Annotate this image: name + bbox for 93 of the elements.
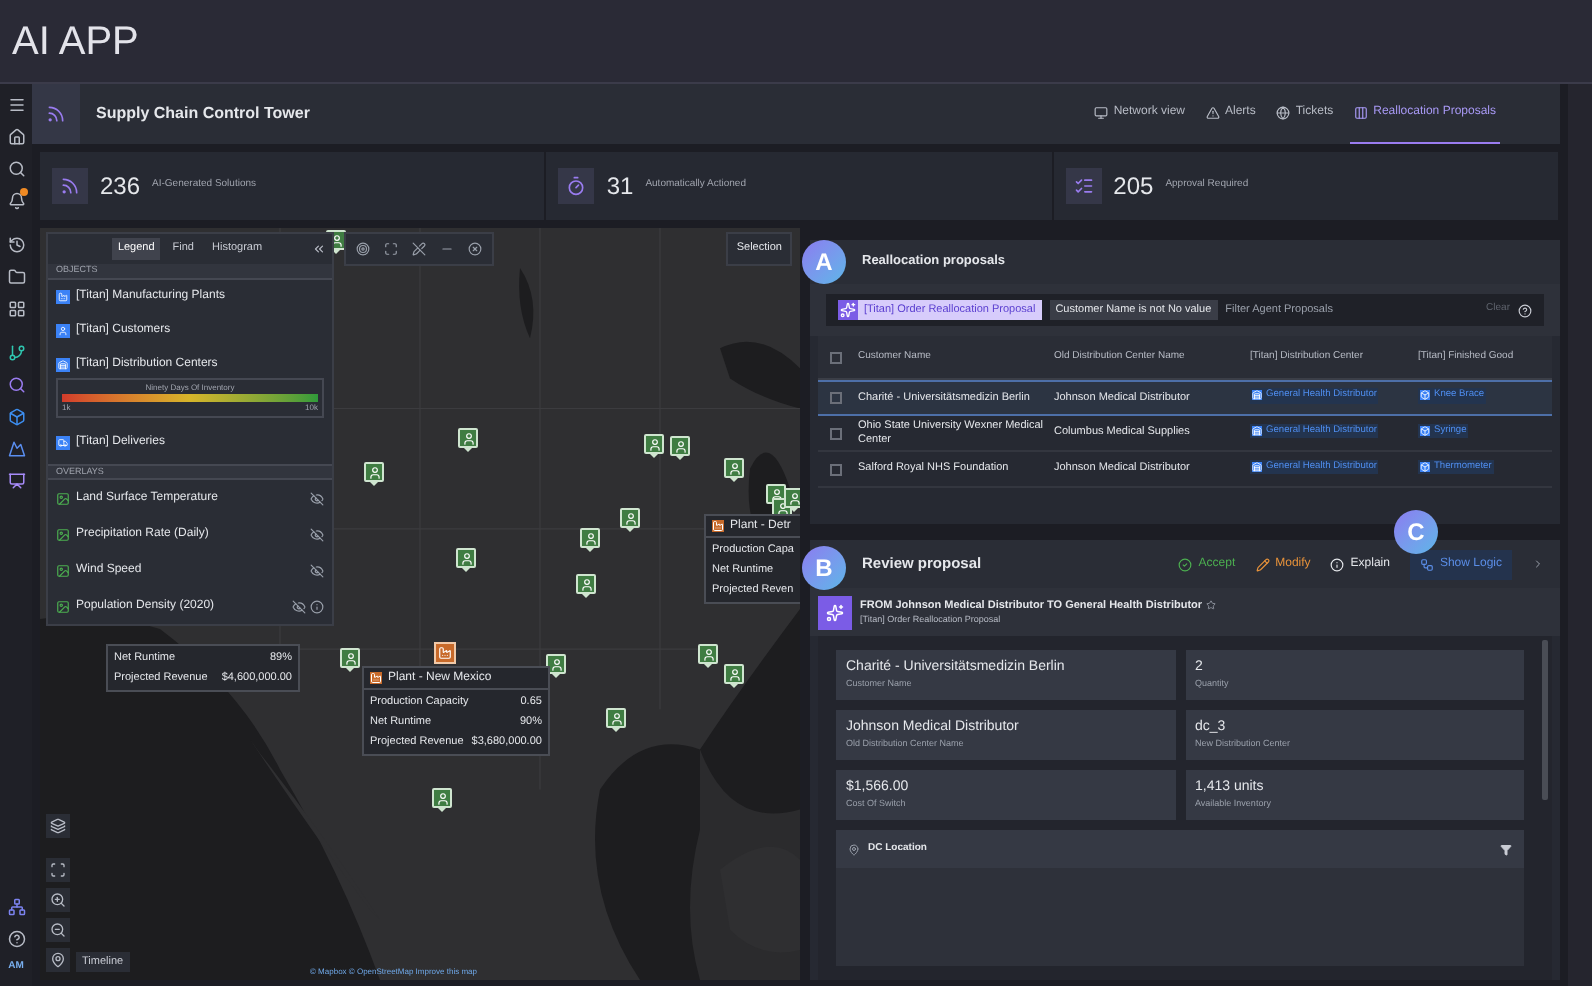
page-title: Supply Chain Control Tower [96,102,310,126]
location-pin-icon[interactable] [670,436,690,460]
checklist-icon [1073,176,1094,196]
cube-icon [1420,425,1430,436]
location-pin-icon[interactable] [546,654,566,678]
antenna-icon [46,104,66,124]
menu-icon[interactable] [7,95,25,113]
stat-value: 31 [606,170,634,204]
person-icon [56,324,70,338]
cube-icon [1420,390,1430,401]
location-pin-icon[interactable] [458,428,478,452]
cube-icon[interactable] [7,407,25,425]
target-icon[interactable] [356,242,370,256]
warehouse-icon [1252,425,1262,436]
location-pin-icon[interactable] [644,434,664,458]
warning-icon [1205,106,1219,120]
row-checkbox[interactable] [830,427,842,439]
chevron-right-icon[interactable] [1532,558,1544,570]
sparkles-icon [838,300,858,320]
image-icon [56,491,70,505]
stat-value: 205 [1113,170,1154,204]
location-pin-icon [848,843,860,855]
star-icon[interactable] [1206,600,1217,611]
image-icon [56,527,70,541]
columns-icon [1353,106,1368,120]
location-pin-icon[interactable] [784,488,800,512]
pen-off-icon[interactable] [412,242,426,256]
search-icon[interactable] [7,375,25,393]
filter-icon[interactable] [1500,843,1512,855]
bell-icon[interactable] [7,191,25,209]
globe-icon [1275,106,1290,120]
monitor-icon [1093,106,1108,120]
location-pin-icon[interactable] [698,644,718,668]
timer-icon [566,176,587,196]
warehouse-icon [56,358,70,372]
location-pin-icon[interactable] [606,708,626,732]
image-icon [56,599,70,613]
stat-value: 236 [100,170,141,204]
info-icon [1330,557,1345,571]
rss-icon [60,176,80,196]
scrollbar[interactable] [1542,640,1548,800]
zoom-in-button[interactable] [46,888,70,912]
fit-button[interactable] [46,858,70,882]
warehouse-icon [1252,461,1262,472]
row-checkbox[interactable] [830,463,842,475]
location-pin-icon[interactable] [724,458,744,482]
workflow-icon [1419,557,1434,571]
layers-button[interactable] [46,814,70,838]
location-pin-icon[interactable] [576,574,596,598]
eye-off-icon[interactable] [310,491,324,505]
location-pin-icon[interactable] [456,548,476,572]
location-pin-icon[interactable] [364,462,384,486]
eye-off-icon[interactable] [310,527,324,541]
warehouse-icon [1252,390,1262,401]
plant-marker[interactable] [434,642,456,664]
truck-icon [56,436,70,450]
app-title: AI APP [12,17,139,67]
location-pin-icon[interactable] [580,528,600,552]
sparkles-icon [826,603,844,621]
branch-icon[interactable] [7,343,25,361]
info-icon[interactable] [310,599,324,613]
folder-icon[interactable] [7,267,25,285]
location-pin-icon[interactable] [724,664,744,688]
clear-icon[interactable] [468,242,482,256]
pin-button[interactable] [46,948,70,972]
home-icon[interactable] [7,127,25,145]
eye-off-icon[interactable] [292,599,306,613]
help-icon[interactable] [1518,303,1532,317]
location-pin-icon[interactable] [620,508,640,532]
history-icon[interactable] [7,235,25,253]
annotation-badge: B [802,546,846,590]
row-checkbox[interactable] [830,392,842,404]
search-icon[interactable] [7,159,25,177]
factory-icon [712,520,725,532]
mountain-icon[interactable] [7,439,25,457]
presentation-icon[interactable] [7,471,25,489]
expand-icon[interactable] [384,242,398,256]
eye-off-icon[interactable] [310,563,324,577]
location-pin-icon[interactable] [432,788,452,812]
collapse-icon[interactable] [312,242,326,256]
cube-icon [1420,461,1430,472]
select-all-checkbox[interactable] [830,351,842,363]
factory-icon [56,290,70,304]
minus-icon[interactable] [440,242,454,256]
network-icon[interactable] [7,897,25,915]
factory-icon [370,672,382,684]
check-circle-icon [1178,557,1193,571]
image-icon [56,563,70,577]
grid-icon[interactable] [7,299,25,317]
pencil-icon [1255,557,1270,571]
help-icon[interactable] [7,929,25,947]
location-pin-icon[interactable] [340,648,360,672]
zoom-out-button[interactable] [46,918,70,942]
